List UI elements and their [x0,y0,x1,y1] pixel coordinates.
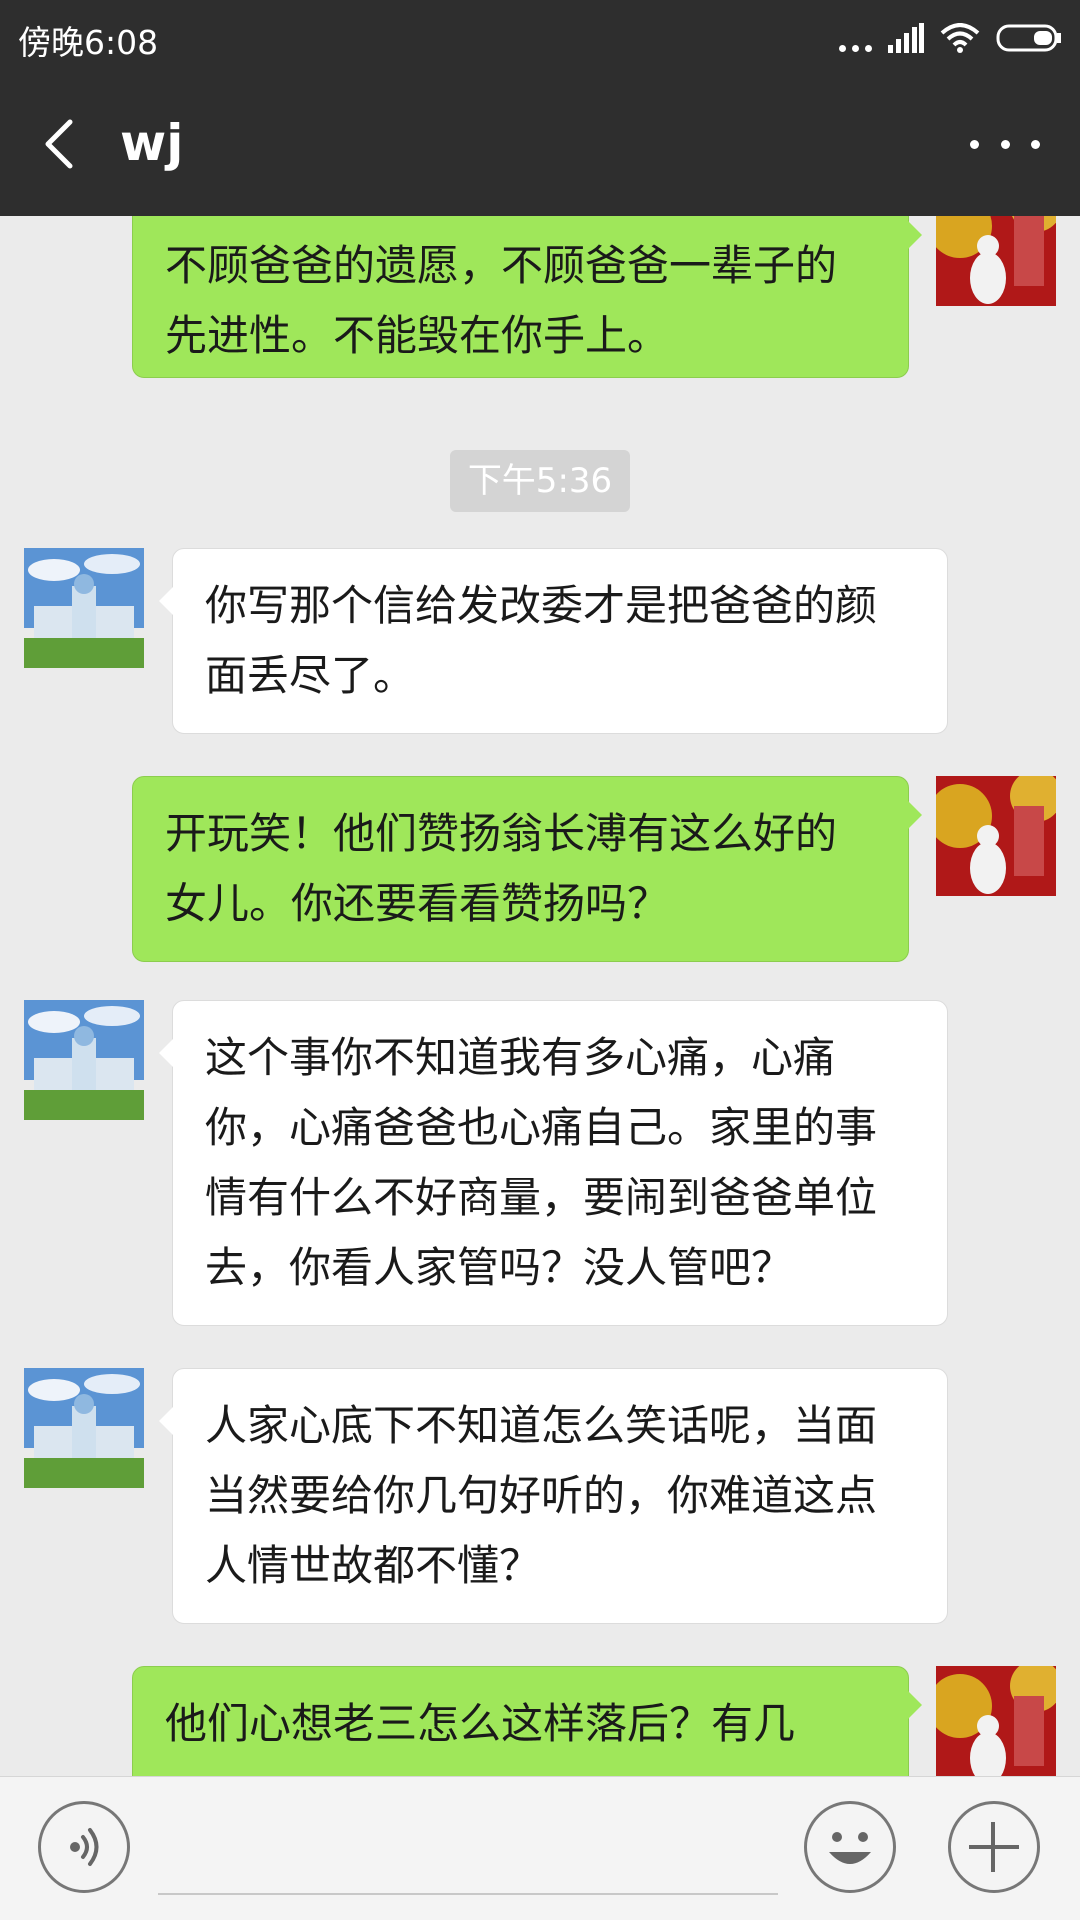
status-icons [839,18,1062,58]
message-text: 这个事你不知道我有多心痛，心痛你，心痛爸爸也心痛自己。家里的事情有什么不好商量，… [205,1033,878,1292]
title-bar: wj [0,74,1080,216]
my-avatar[interactable] [936,1666,1056,1776]
message-text: 开玩笑！他们赞扬翁长溥有这么好的女儿。你还要看看赞扬吗？ [165,809,838,928]
message-text: 你写那个信给发改委才是把爸爸的颜面丢尽了。 [205,581,878,700]
status-time: 傍晚6:08 [18,23,159,62]
wifi-icon [940,23,980,53]
plus-button[interactable] [948,1801,1040,1893]
input-bar [0,1776,1080,1920]
message-text: 人家心底下不知道怎么笑话呢，当面当然要给你几句好听的，你难道这点人情世故都不懂？ [205,1401,878,1590]
voice-icon [70,1828,99,1866]
emoji-button[interactable] [804,1801,896,1893]
message-bubble-outgoing[interactable]: 他们心想老三怎么这样落后？有几 [132,1666,922,1776]
message-list[interactable]: 不顾爸爸的遗愿，不顾爸爸一辈子的先进性。不能毁在你手上。 下午5:36 你写那个… [0,216,1080,1776]
network-activity-icon [839,18,872,58]
emoji-icon [829,1832,871,1864]
voice-button[interactable] [38,1801,130,1893]
battery-icon [996,24,1061,52]
contact-avatar[interactable] [24,1368,144,1488]
status-bar: 傍晚6:08 [0,0,1080,74]
message-bubble-outgoing[interactable]: 不顾爸爸的遗愿，不顾爸爸一辈子的先进性。不能毁在你手上。 [132,216,922,378]
contact-avatar[interactable] [24,548,144,668]
contact-avatar[interactable] [24,1000,144,1120]
message-bubble-outgoing[interactable]: 开玩笑！他们赞扬翁长溥有这么好的女儿。你还要看看赞扬吗？ [132,776,922,962]
message-text: 他们心想老三怎么这样落后？有几 [165,1699,796,1748]
message-input[interactable] [158,1893,778,1895]
signal-icon [888,23,924,53]
chat-title: wj [120,114,184,172]
plus-icon [969,1822,1019,1872]
message-bubble-incoming[interactable]: 人家心底下不知道怎么笑话呢，当面当然要给你几句好听的，你难道这点人情世故都不懂？ [159,1368,948,1624]
timestamp-badge: 下午5:36 [450,450,630,512]
message-bubble-incoming[interactable]: 这个事你不知道我有多心痛，心痛你，心痛爸爸也心痛自己。家里的事情有什么不好商量，… [159,1000,948,1326]
my-avatar[interactable] [936,776,1056,896]
my-avatar[interactable] [936,216,1056,306]
message-text: 不顾爸爸的遗愿，不顾爸爸一辈子的先进性。不能毁在你手上。 [165,241,838,360]
more-dots-icon[interactable] [970,124,1040,164]
back-button[interactable] [30,112,94,176]
back-arrow-icon [45,119,73,169]
message-bubble-incoming[interactable]: 你写那个信给发改委才是把爸爸的颜面丢尽了。 [159,548,948,734]
